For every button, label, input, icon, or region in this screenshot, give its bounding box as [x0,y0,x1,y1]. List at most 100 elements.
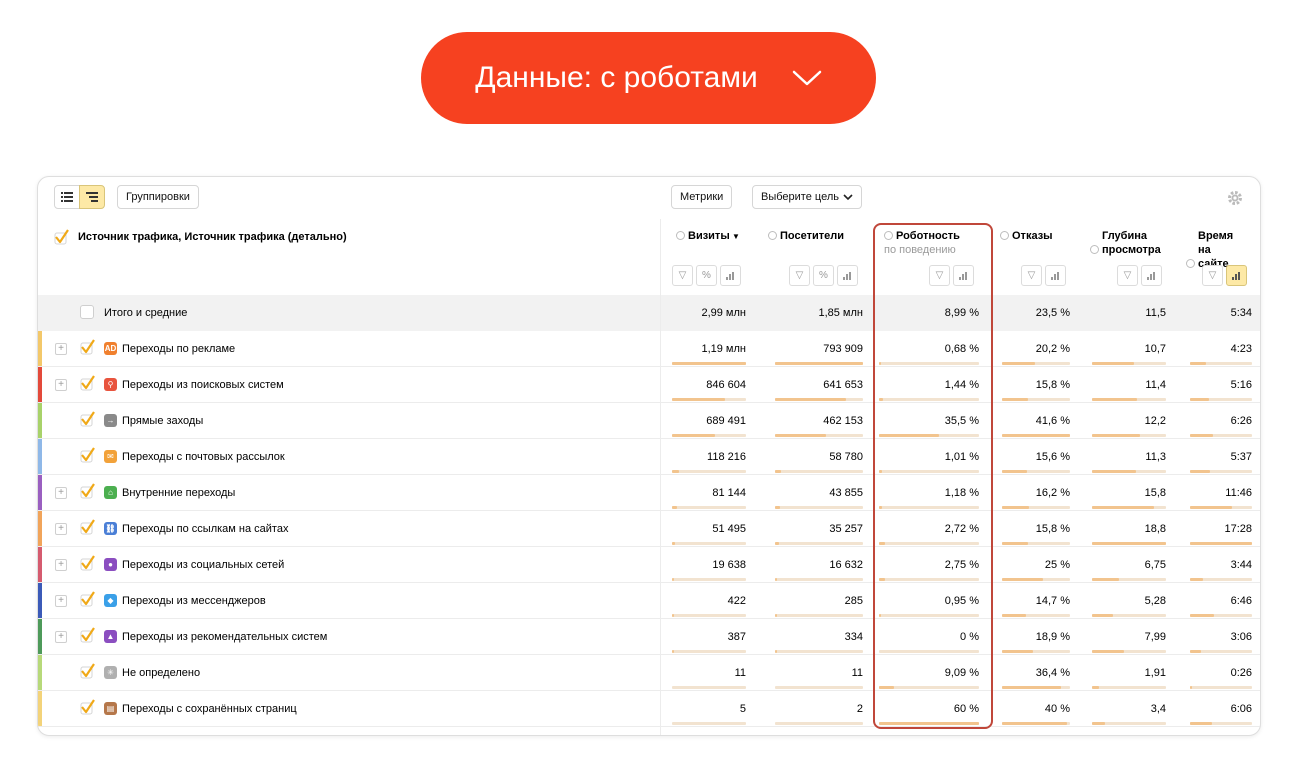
value-bar-fill [1002,362,1036,365]
expand-icon[interactable]: + [55,487,67,499]
table-header: Источник трафика, Источник трафика (дета… [38,219,1260,295]
tree-view-button[interactable] [79,185,105,209]
expand-icon[interactable]: + [55,631,67,643]
row-color-strip [38,331,42,367]
row-label[interactable]: Переходы по ссылкам на сайтах [122,523,288,535]
row-label[interactable]: Переходы с сохранённых страниц [122,703,297,715]
bar-chart-icon[interactable] [1141,265,1162,286]
goal-select[interactable]: Выберите цель [752,185,862,209]
value-bar [1092,434,1166,437]
checkmark-icon[interactable] [80,411,96,427]
expand-icon[interactable]: + [55,523,67,535]
gear-icon[interactable] [1226,189,1244,207]
filter-icon[interactable]: ▽ [1202,265,1223,286]
row-label[interactable]: Переходы по рекламе [122,343,235,355]
checkmark-icon[interactable] [80,339,96,355]
checkmark-icon[interactable] [80,375,96,391]
help-icon[interactable] [1000,231,1009,240]
checkmark-icon[interactable] [80,663,96,679]
column-header-visitors[interactable]: Посетители [768,229,844,243]
table-row[interactable]: ✳ Не определено 11 11 9,09 % 36,4 % 1,91 0:26 [38,655,1260,691]
table-row[interactable]: + ● Переходы из социальных сетей 19 638 16 6… [38,547,1260,583]
cell-visitors: 43 855 [768,487,863,509]
filter-icon[interactable]: ▽ [789,265,810,286]
expand-icon[interactable]: + [55,595,67,607]
metrics-button[interactable]: Метрики [671,185,733,209]
cell-page-depth: 1,91 [1090,667,1166,689]
column-controls: ▽ [1117,265,1162,286]
cell-time-on-site: 3:44 [1186,559,1252,581]
table-row[interactable]: + ⌂ Внутренние переходы 81 144 43 855 1,18 % 1… [38,475,1260,511]
bar-chart-icon[interactable] [1226,265,1247,286]
checkmark-icon[interactable] [80,555,96,571]
row-label[interactable]: Переходы из рекомендательных систем [122,631,327,643]
value-bar-fill [1002,470,1028,473]
percent-icon[interactable]: % [696,265,717,286]
cell-value: 11,5 [1145,307,1166,319]
bar-chart-icon[interactable] [837,265,858,286]
table-row[interactable]: + AD Переходы по рекламе 1,19 млн 793 909 0,6… [38,331,1260,367]
value-bar-fill [672,434,715,437]
table-row[interactable]: + ◆ Переходы из мессенджеров 422 285 0,95 % 14… [38,583,1260,619]
value-bar [775,434,863,437]
row-label[interactable]: Переходы из поисковых систем [122,379,284,391]
column-header-bounce-rate[interactable]: Отказы [1000,229,1053,243]
checkmark-icon[interactable] [80,519,96,535]
column-header-page-depth[interactable]: Глубина просмотра [1090,229,1164,257]
data-mode-dropdown[interactable]: Данные: с роботами [421,32,876,124]
row-label[interactable]: Переходы из социальных сетей [122,559,284,571]
value-bar [1190,362,1252,365]
column-controls: ▽% [789,265,858,286]
checkmark-icon[interactable] [54,229,70,245]
row-label[interactable]: Переходы из мессенджеров [122,595,266,607]
filter-icon[interactable]: ▽ [672,265,693,286]
dimension-header: Источник трафика, Источник трафика (дета… [54,229,347,245]
row-color-strip [38,691,42,727]
cell-value: 19 638 [712,559,746,571]
value-bar-fill [1190,362,1207,365]
sort-arrow-icon[interactable]: ▼ [730,232,740,241]
value-bar [672,686,746,689]
table-row[interactable]: → Прямые заходы 689 491 462 153 35,5 % 41,6 %… [38,403,1260,439]
row-label[interactable]: Переходы с почтовых рассылок [122,451,285,463]
table-row[interactable]: ✉ Переходы с почтовых рассылок 118 216 58 7… [38,439,1260,475]
help-icon[interactable] [1090,245,1099,254]
bar-chart-icon[interactable] [720,265,741,286]
help-icon[interactable] [768,231,777,240]
groupings-button[interactable]: Группировки [117,185,199,209]
row-label[interactable]: Не определено [122,667,200,679]
help-icon[interactable] [676,231,685,240]
filter-icon[interactable]: ▽ [1021,265,1042,286]
row-label[interactable]: Внутренние переходы [122,487,235,499]
checkmark-icon[interactable] [80,699,96,715]
filter-icon[interactable]: ▽ [1117,265,1138,286]
list-icon [61,192,73,202]
value-bar-fill [1002,686,1062,689]
checkmark-icon[interactable] [80,627,96,643]
value-bar [1092,398,1166,401]
value-bar-fill [1092,506,1155,509]
value-bar-fill [1002,578,1043,581]
checkbox[interactable] [80,305,94,319]
value-bar-fill [672,578,674,581]
table-row[interactable]: ▤ Переходы с сохранённых страниц 5 2 60 % 40 … [38,691,1260,727]
help-icon[interactable] [1186,259,1195,268]
percent-icon[interactable]: % [813,265,834,286]
checkmark-icon[interactable] [80,483,96,499]
checkmark-icon[interactable] [80,447,96,463]
expand-icon[interactable]: + [55,559,67,571]
table-row[interactable]: + ⚲ Переходы из поисковых систем 846 604 641… [38,367,1260,403]
value-bar-fill [1190,614,1215,617]
table-row[interactable]: + ▲ Переходы из рекомендательных систем 387… [38,619,1260,655]
expand-icon[interactable]: + [55,343,67,355]
expand-icon[interactable]: + [55,379,67,391]
cell-bounce-rate: 16,2 % [1000,487,1070,509]
column-header-visits[interactable]: Визиты ▼ [676,229,740,244]
list-view-button[interactable] [54,185,80,209]
checkmark-icon[interactable] [80,591,96,607]
table-row[interactable]: + ⛓ Переходы по ссылкам на сайтах 51 495 35 … [38,511,1260,547]
value-bar-fill [775,578,777,581]
row-label[interactable]: Прямые заходы [122,415,203,427]
cell-visits: 51 495 [670,523,746,545]
bar-chart-icon[interactable] [1045,265,1066,286]
